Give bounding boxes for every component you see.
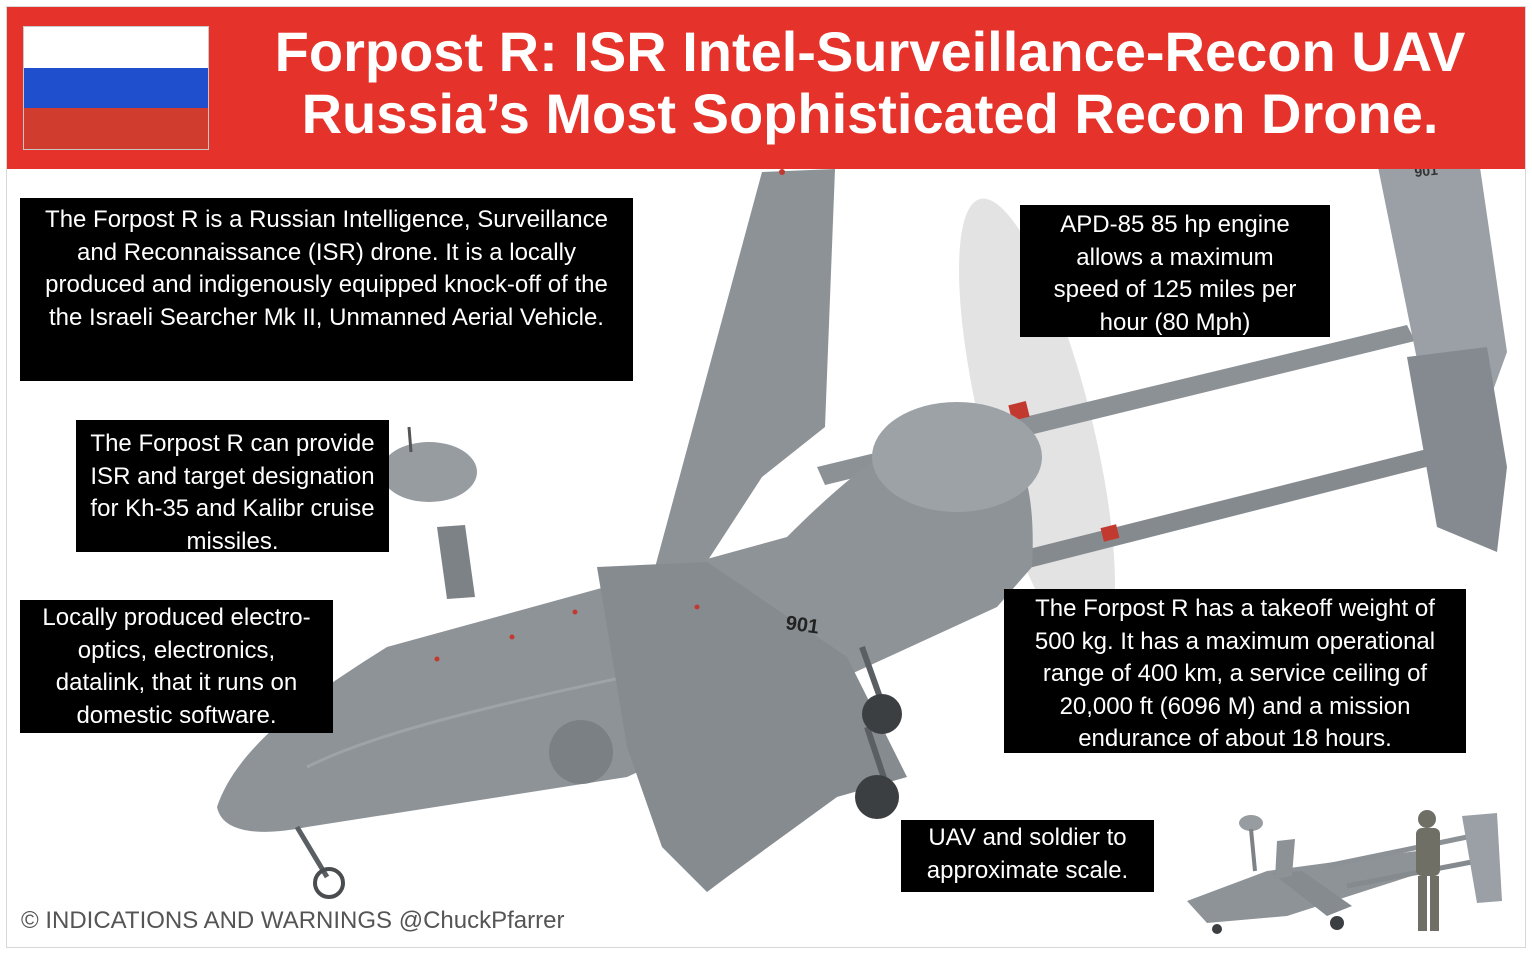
title-line-1: Forpost R: ISR Intel-Surveillance-Recon …	[274, 20, 1466, 83]
scale-comparison-illustration	[1187, 810, 1502, 934]
flag-stripe-blue	[24, 67, 208, 109]
russian-flag-icon	[23, 26, 209, 150]
targeting-note: The Forpost R can provide ISR and target…	[76, 420, 389, 555]
scale-note: UAV and soldier to approximate scale.	[901, 820, 1154, 892]
flag-stripe-white	[24, 27, 208, 68]
intro-note: The Forpost R is a Russian Intelligence,…	[20, 198, 633, 381]
electronics-note: Locally produced electro-optics, electro…	[20, 600, 333, 733]
title-line-2: Russia’s Most Sophisticated Recon Drone.	[301, 82, 1439, 145]
main-wheel-1	[862, 694, 902, 734]
performance-note: The Forpost R has a takeoff weight of 50…	[1004, 589, 1466, 753]
flag-stripe-red	[24, 108, 208, 149]
tail-number: 901	[784, 612, 820, 638]
page-title: Forpost R: ISR Intel-Surveillance-Recon …	[225, 21, 1515, 145]
sensor-dome	[381, 442, 477, 502]
engine-note: APD-85 85 hp engine allows a maximum spe…	[1020, 205, 1330, 337]
main-wheel-2	[855, 775, 899, 819]
title-banner: Forpost R: ISR Intel-Surveillance-Recon …	[7, 7, 1525, 169]
nose-wheel	[313, 867, 345, 899]
gimbal-ball	[549, 720, 613, 784]
infographic: 901 901 Forpost R: ISR Intel-Surveillanc…	[6, 6, 1526, 948]
copyright-credit: © INDICATIONS AND WARNINGS @ChuckPfarrer	[21, 907, 565, 934]
soldier-silhouette	[1416, 810, 1440, 931]
